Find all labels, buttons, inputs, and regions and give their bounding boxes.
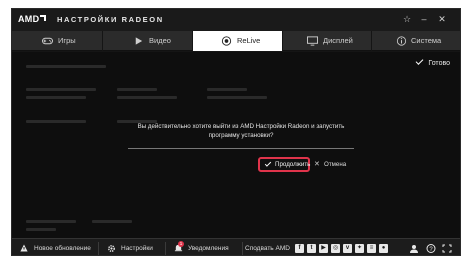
gear-icon: [108, 245, 115, 252]
settings-label: Настройки: [121, 245, 153, 252]
info-icon: [396, 36, 407, 46]
main-tabs: Игры Видео ReLive Дисплей Система: [12, 31, 460, 51]
twitter-icon[interactable]: t: [307, 244, 316, 253]
cancel-button[interactable]: ✕ Отмена: [314, 159, 354, 170]
youtube-icon[interactable]: ▶: [319, 244, 328, 253]
title-bar: AMD НАСТРОЙКИ RADEON ☆ – ✕: [12, 9, 460, 31]
bottom-bar: Новое обновление Настройки 1 Уведомления…: [12, 238, 460, 255]
app-title: НАСТРОЙКИ RADEON: [57, 15, 164, 24]
checkmark-icon: [415, 57, 424, 65]
obscured-text: [26, 220, 76, 223]
done-button[interactable]: Готово: [415, 57, 450, 67]
account-icon[interactable]: [409, 244, 419, 253]
main-content: Готово Вы действительно хотите выйти из …: [12, 52, 460, 238]
update-label: Новое обновление: [34, 245, 91, 252]
instagram-icon[interactable]: ◎: [331, 244, 340, 253]
star-icon[interactable]: ☆: [401, 13, 413, 26]
facebook-icon[interactable]: f: [295, 244, 304, 253]
warning-icon: [20, 244, 28, 252]
brand-text: AMD: [18, 14, 40, 24]
divider: [98, 242, 99, 255]
forum-icon[interactable]: ≡: [367, 244, 376, 253]
obscured-text: [26, 88, 96, 91]
minimize-icon[interactable]: –: [418, 13, 430, 26]
tab-label: ReLive: [237, 36, 261, 45]
tab-display[interactable]: Дисплей: [283, 31, 372, 51]
tab-games[interactable]: Игры: [12, 31, 103, 51]
notification-count-badge: 1: [178, 241, 184, 247]
close-icon: ✕: [314, 161, 320, 168]
expand-icon[interactable]: [442, 244, 452, 253]
tab-label: Дисплей: [323, 36, 353, 45]
dialog-divider: [128, 148, 354, 149]
obscured-text: [26, 228, 56, 231]
tab-label: Видео: [149, 36, 171, 45]
notifications-button[interactable]: 1 Уведомления: [174, 239, 244, 255]
dialog-message: Вы действительно хотите выйти из AMD Нас…: [137, 123, 345, 139]
divider: [242, 242, 243, 255]
confirm-dialog: Вы действительно хотите выйти из AMD Нас…: [128, 122, 354, 192]
continue-button[interactable]: Продолжить: [258, 157, 310, 172]
checkmark-icon: [264, 160, 272, 167]
tab-label: Игры: [58, 36, 76, 45]
tab-video[interactable]: Видео: [103, 31, 193, 51]
record-icon: [221, 36, 232, 46]
obscured-text: [26, 120, 86, 123]
obscured-text: [207, 96, 267, 99]
obscured-text: [117, 88, 157, 91]
twitch-icon[interactable]: ✦: [355, 244, 364, 253]
tab-label: Система: [411, 36, 442, 45]
amd-arrow-icon: [40, 15, 47, 21]
done-label: Готово: [428, 60, 450, 67]
obscured-text: [92, 220, 132, 223]
tab-relive[interactable]: ReLive: [193, 31, 283, 51]
monitor-icon: [307, 36, 318, 46]
cancel-label: Отмена: [324, 161, 347, 168]
gamepad-icon: [42, 37, 53, 45]
settings-button[interactable]: Настройки: [107, 239, 167, 255]
play-icon: [135, 37, 143, 45]
help-icon[interactable]: ?: [426, 244, 436, 253]
obscured-text: [207, 88, 247, 91]
close-icon[interactable]: ✕: [436, 13, 448, 26]
tab-system[interactable]: Система: [372, 31, 460, 51]
new-update-button[interactable]: Новое обновление: [20, 239, 100, 255]
obscured-text: [26, 96, 86, 99]
share-label-area: Сподвать AMD: [245, 239, 300, 255]
share-label: Сподвать AMD: [245, 245, 290, 252]
obscured-text: [117, 96, 177, 99]
bottom-right-icons: ?: [396, 239, 456, 255]
radeon-settings-window: AMD НАСТРОЙКИ RADEON ☆ – ✕ Игры Видео Re…: [11, 8, 461, 256]
vk-icon[interactable]: v: [343, 244, 352, 253]
divider: [165, 242, 166, 255]
notifications-label: Уведомления: [188, 245, 229, 252]
community-icon[interactable]: ●: [379, 244, 388, 253]
obscured-text: [26, 65, 106, 68]
continue-label: Продолжить: [275, 161, 311, 168]
amd-logo: AMD: [18, 14, 47, 24]
